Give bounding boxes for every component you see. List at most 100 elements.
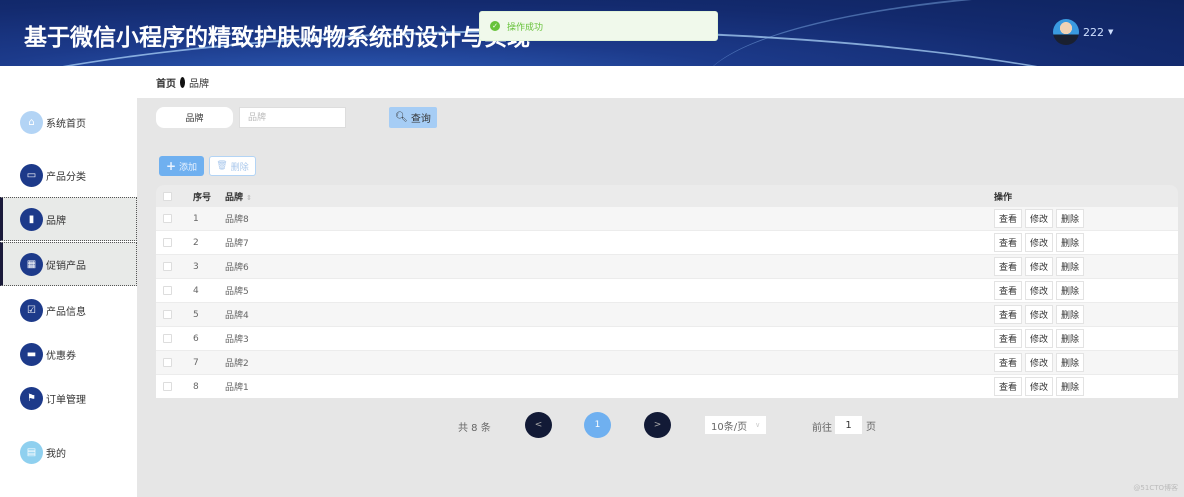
edit-button[interactable]: 修改: [1025, 257, 1054, 276]
goto-page-input[interactable]: 1: [835, 416, 862, 434]
delete-button[interactable]: 删除: [1056, 257, 1085, 276]
sidebar-item-label: 系统首页: [46, 118, 86, 130]
add-button[interactable]: + 添加: [159, 156, 204, 176]
clipboard-icon: ☑: [20, 298, 43, 322]
view-button[interactable]: 查看: [994, 257, 1023, 276]
table-row: 2 品牌7 查看 修改 删除: [156, 231, 1178, 255]
row-checkbox[interactable]: [163, 214, 172, 223]
sidebar-item-category[interactable]: ▭ 产品分类: [0, 153, 137, 197]
table-row: 8 品牌1 查看 修改 删除: [156, 375, 1178, 398]
sidebar-item-brand[interactable]: ▮ 品牌: [0, 197, 137, 241]
book-icon: ▮: [20, 207, 43, 231]
ticket-icon: ▬: [20, 342, 43, 366]
row-index: 2: [193, 237, 199, 248]
delete-button[interactable]: 删除: [1056, 209, 1085, 228]
sidebar-item-home[interactable]: ⌂ 系统首页: [0, 100, 137, 144]
row-index: 5: [193, 309, 199, 320]
table-row: 7 品牌2 查看 修改 删除: [156, 351, 1178, 375]
page-1-button[interactable]: 1: [584, 412, 611, 438]
row-brand-name: 品牌2: [225, 359, 249, 369]
monitor-icon: ▭: [20, 163, 43, 187]
chevron-down-icon: ∨: [755, 421, 761, 429]
edit-button[interactable]: 修改: [1025, 305, 1054, 324]
row-checkbox[interactable]: [163, 238, 172, 247]
app-title: 基于微信小程序的精致护肤购物系统的设计与实现: [24, 25, 530, 51]
sidebar-item-label: 产品分类: [46, 171, 86, 183]
view-button[interactable]: 查看: [994, 209, 1023, 228]
breadcrumb-separator: [180, 76, 185, 88]
delete-button[interactable]: 删除: [1056, 329, 1085, 348]
trash-icon: 🗑︎: [216, 161, 228, 171]
sidebar-item-label: 订单管理: [46, 394, 86, 406]
row-brand-name: 品牌8: [225, 215, 249, 225]
delete-button[interactable]: 删除: [1056, 233, 1085, 252]
sidebar-item-promotion[interactable]: ▦ 促销产品: [0, 242, 137, 286]
table-row: 6 品牌3 查看 修改 删除: [156, 327, 1178, 351]
flag-icon: ⚑: [20, 386, 43, 410]
table-row: 5 品牌4 查看 修改 删除: [156, 303, 1178, 327]
row-checkbox[interactable]: [163, 358, 172, 367]
view-button[interactable]: 查看: [994, 233, 1023, 252]
success-toast: ✓ 操作成功: [479, 11, 718, 41]
edit-button[interactable]: 修改: [1025, 329, 1054, 348]
view-button[interactable]: 查看: [994, 377, 1023, 396]
row-checkbox[interactable]: [163, 286, 172, 295]
caret-down-icon: ▼: [1108, 28, 1114, 36]
row-brand-name: 品牌6: [225, 263, 249, 273]
sort-icon[interactable]: ⇕: [246, 194, 252, 202]
view-button[interactable]: 查看: [994, 305, 1023, 324]
page-size-select[interactable]: 10条/页 ∨: [705, 416, 766, 434]
batch-delete-button[interactable]: 🗑︎ 删除: [209, 156, 256, 176]
row-index: 4: [193, 285, 199, 296]
table-row: 4 品牌5 查看 修改 删除: [156, 279, 1178, 303]
search-icon: 🔍︎: [395, 112, 408, 123]
avatar: [1053, 19, 1079, 45]
row-index: 1: [193, 213, 199, 224]
search-button-label: 查询: [410, 114, 431, 125]
view-button[interactable]: 查看: [994, 353, 1023, 372]
pagination: 共 8 条 < 1 > 10条/页 ∨ 前往 1 页: [0, 412, 1184, 438]
delete-button[interactable]: 删除: [1056, 353, 1085, 372]
sidebar-item-coupon[interactable]: ▬ 优惠券: [0, 332, 137, 376]
row-brand-name: 品牌3: [225, 335, 249, 345]
breadcrumb: 首页 品牌: [137, 66, 1184, 98]
sidebar-item-product[interactable]: ☑ 产品信息: [0, 288, 137, 332]
edit-button[interactable]: 修改: [1025, 353, 1054, 372]
view-button[interactable]: 查看: [994, 281, 1023, 300]
sidebar-item-label: 品牌: [46, 215, 66, 227]
row-checkbox[interactable]: [163, 262, 172, 271]
search-button[interactable]: 🔍︎ 查询: [389, 107, 437, 128]
select-all-checkbox[interactable]: [163, 191, 172, 201]
next-page-button[interactable]: >: [644, 412, 671, 438]
delete-button[interactable]: 删除: [1056, 305, 1085, 324]
row-checkbox[interactable]: [163, 382, 172, 391]
edit-button[interactable]: 修改: [1025, 209, 1054, 228]
edit-button[interactable]: 修改: [1025, 233, 1054, 252]
breadcrumb-current: 品牌: [189, 78, 209, 90]
sidebar-item-label: 促销产品: [46, 260, 86, 272]
page-size-value: 10条/页: [711, 421, 748, 433]
row-index: 7: [193, 357, 199, 368]
header-index: 序号: [193, 192, 212, 203]
delete-button[interactable]: 删除: [1056, 377, 1085, 396]
prev-page-button[interactable]: <: [525, 412, 552, 438]
user-menu[interactable]: 222 ▼: [1053, 19, 1113, 45]
row-brand-name: 品牌1: [225, 383, 249, 393]
header-ops: 操作: [994, 192, 1013, 203]
brand-search-input[interactable]: [239, 107, 346, 128]
row-checkbox[interactable]: [163, 310, 172, 319]
breadcrumb-home[interactable]: 首页: [156, 75, 176, 90]
row-index: 3: [193, 261, 199, 272]
home-icon: ⌂: [20, 110, 43, 134]
card-icon: ▤: [20, 440, 43, 464]
row-brand-name: 品牌4: [225, 311, 249, 321]
watermark: @51CTO博客: [1133, 484, 1178, 492]
row-checkbox[interactable]: [163, 334, 172, 343]
edit-button[interactable]: 修改: [1025, 377, 1054, 396]
view-button[interactable]: 查看: [994, 329, 1023, 348]
header-brand[interactable]: 品牌 ⇕: [225, 190, 252, 203]
row-index: 6: [193, 333, 199, 344]
delete-button[interactable]: 删除: [1056, 281, 1085, 300]
edit-button[interactable]: 修改: [1025, 281, 1054, 300]
plus-icon: +: [165, 159, 177, 173]
